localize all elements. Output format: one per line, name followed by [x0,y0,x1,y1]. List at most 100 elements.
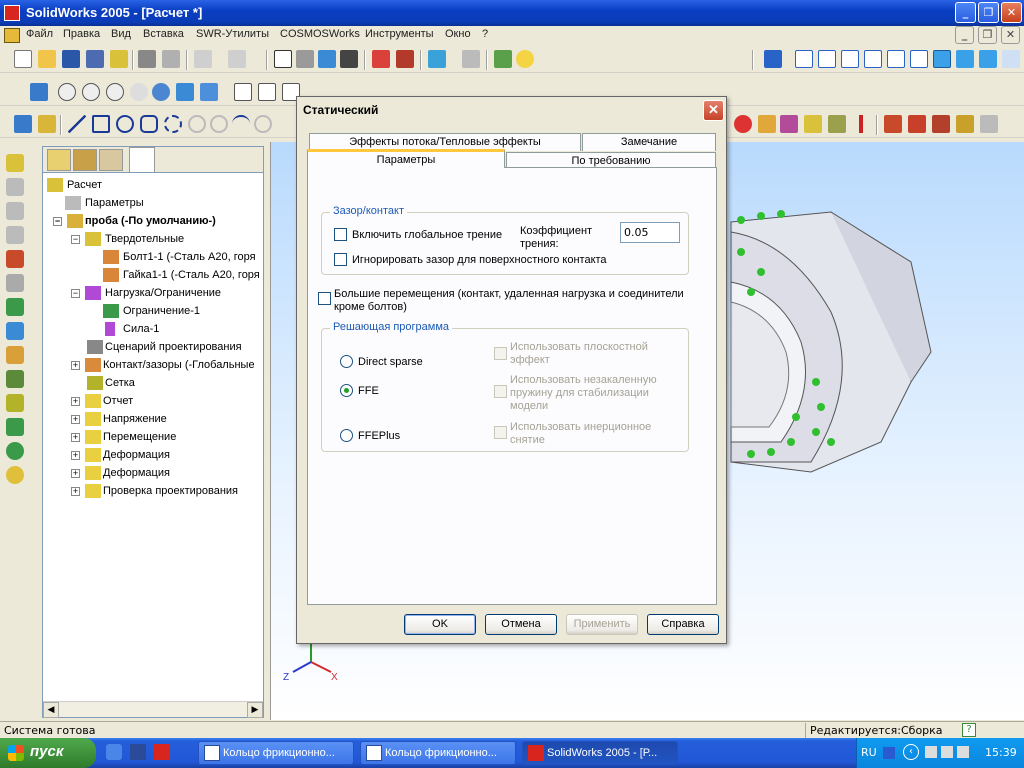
result-4-icon[interactable] [956,115,974,133]
minimize-button[interactable]: _ [955,2,976,23]
collapse-icon[interactable]: − [71,289,80,298]
rotate-icon[interactable] [152,83,170,101]
sound-icon[interactable] [941,746,953,758]
fillet-icon[interactable] [254,115,272,133]
menu-help[interactable]: ? [482,28,488,40]
save-quicklaunch-icon[interactable] [130,744,146,760]
menu-insert[interactable]: Вставка [143,28,184,40]
back-view-icon[interactable] [818,50,836,68]
redo-icon[interactable] [228,50,246,68]
open-icon[interactable] [38,50,56,68]
ffeplus-radio[interactable] [340,429,353,442]
result-5-icon[interactable] [980,115,998,133]
threepoint-arc-icon[interactable] [210,115,228,133]
new-icon[interactable] [14,50,32,68]
centerpoint-arc-icon[interactable] [164,115,182,133]
expand-icon[interactable]: + [71,433,80,442]
view-more-icon[interactable] [1002,50,1020,68]
save-all-icon[interactable] [86,50,104,68]
cancel-button[interactable]: Отмена [485,614,557,635]
task-solidworks[interactable]: SolidWorks 2005 - [Р... [522,741,678,765]
scroll-left-icon[interactable]: ◀ [43,702,59,718]
help-button[interactable]: Справка [647,614,719,635]
menu-tools[interactable]: Инструменты [365,28,434,40]
load-icon[interactable] [758,115,776,133]
tab-on-demand[interactable]: По требованию [506,152,716,168]
start-button[interactable]: пуск [0,738,96,768]
plot-icon[interactable] [6,442,24,460]
expand-icon[interactable]: + [71,469,80,478]
menu-file[interactable]: Файл [26,28,53,40]
zoom-fit-icon[interactable] [30,83,48,101]
horizontal-scrollbar[interactable]: ◀ ▶ [43,701,263,718]
thermometer-icon[interactable] [852,115,870,133]
beam-icon[interactable] [6,226,24,244]
study-icon[interactable] [734,115,752,133]
smart-dim-icon[interactable] [38,115,56,133]
result-1-icon[interactable] [884,115,902,133]
shell-icon[interactable] [6,202,24,220]
tangent-arc-icon[interactable] [188,115,206,133]
study-manager-icon[interactable] [6,154,24,172]
rebuild-icon[interactable] [462,50,480,68]
expand-icon[interactable]: + [71,451,80,460]
smart-select-icon[interactable] [296,50,314,68]
zoom-out-icon[interactable] [130,83,148,101]
pressure-icon[interactable] [6,346,24,364]
tab-property-manager[interactable] [73,149,97,171]
tab-feature-manager[interactable] [47,149,71,171]
solid-icon[interactable] [6,178,24,196]
top-view-icon[interactable] [887,50,905,68]
grid-icon[interactable] [372,50,390,68]
ok-button[interactable]: OK [404,614,476,635]
inertial-relief-checkbox[interactable] [494,426,507,439]
expand-icon[interactable]: + [71,397,80,406]
material-apply-icon[interactable] [6,250,24,268]
right-view-icon[interactable] [864,50,882,68]
maximize-button[interactable]: ❐ [978,2,999,23]
doc-restore-button[interactable]: ❐ [978,26,997,44]
zoom-in-icon[interactable] [82,83,100,101]
result-2-icon[interactable] [908,115,926,133]
result-3-icon[interactable] [932,115,950,133]
left-view-icon[interactable] [841,50,859,68]
bottom-view-icon[interactable] [910,50,928,68]
rectangle-icon[interactable] [92,115,110,133]
pan-icon[interactable] [176,83,194,101]
doc-minimize-button[interactable]: _ [955,26,974,44]
isometric-view-icon[interactable] [933,50,951,68]
doc-close-button[interactable]: ✕ [1001,26,1020,44]
spline-icon[interactable] [232,115,250,133]
undo-icon[interactable] [194,50,212,68]
menu-window[interactable]: Окно [445,28,471,40]
tab-cosmos-manager[interactable] [129,147,155,172]
zoom-area-icon[interactable] [58,83,76,101]
task-word-1[interactable]: Кольцо фрикционно... [198,741,354,765]
collapse-icon[interactable]: − [53,217,62,226]
tab-parameters[interactable]: Параметры [307,149,505,168]
soft-springs-checkbox[interactable] [494,385,507,398]
tab-remark[interactable]: Замечание [582,133,716,151]
expand-icon[interactable]: + [71,487,80,496]
network-icon[interactable] [925,746,937,758]
ignore-gap-checkbox[interactable] [334,253,347,266]
front-view-icon[interactable] [795,50,813,68]
properties-icon[interactable] [494,50,512,68]
connector-icon[interactable] [6,370,24,388]
select-icon[interactable] [274,50,292,68]
report-icon[interactable] [6,466,24,484]
task-word-2[interactable]: Кольцо фрикционно... [360,741,516,765]
save-icon[interactable] [62,50,80,68]
large-displacements-checkbox[interactable] [318,292,331,305]
polygon-icon[interactable] [140,115,158,133]
ffe-radio[interactable] [340,384,353,397]
menu-swr-utils[interactable]: SWR-Утилиты [196,28,269,40]
expand-icon[interactable]: + [71,415,80,424]
trimetric-view-icon[interactable] [956,50,974,68]
collapse-icon[interactable]: − [71,235,80,244]
friction-coef-input[interactable]: 0.05 [620,222,680,243]
options-icon[interactable] [428,50,446,68]
sketch-icon[interactable] [318,50,336,68]
mesh-icon[interactable] [780,115,798,133]
bolt-icon[interactable] [6,274,24,292]
